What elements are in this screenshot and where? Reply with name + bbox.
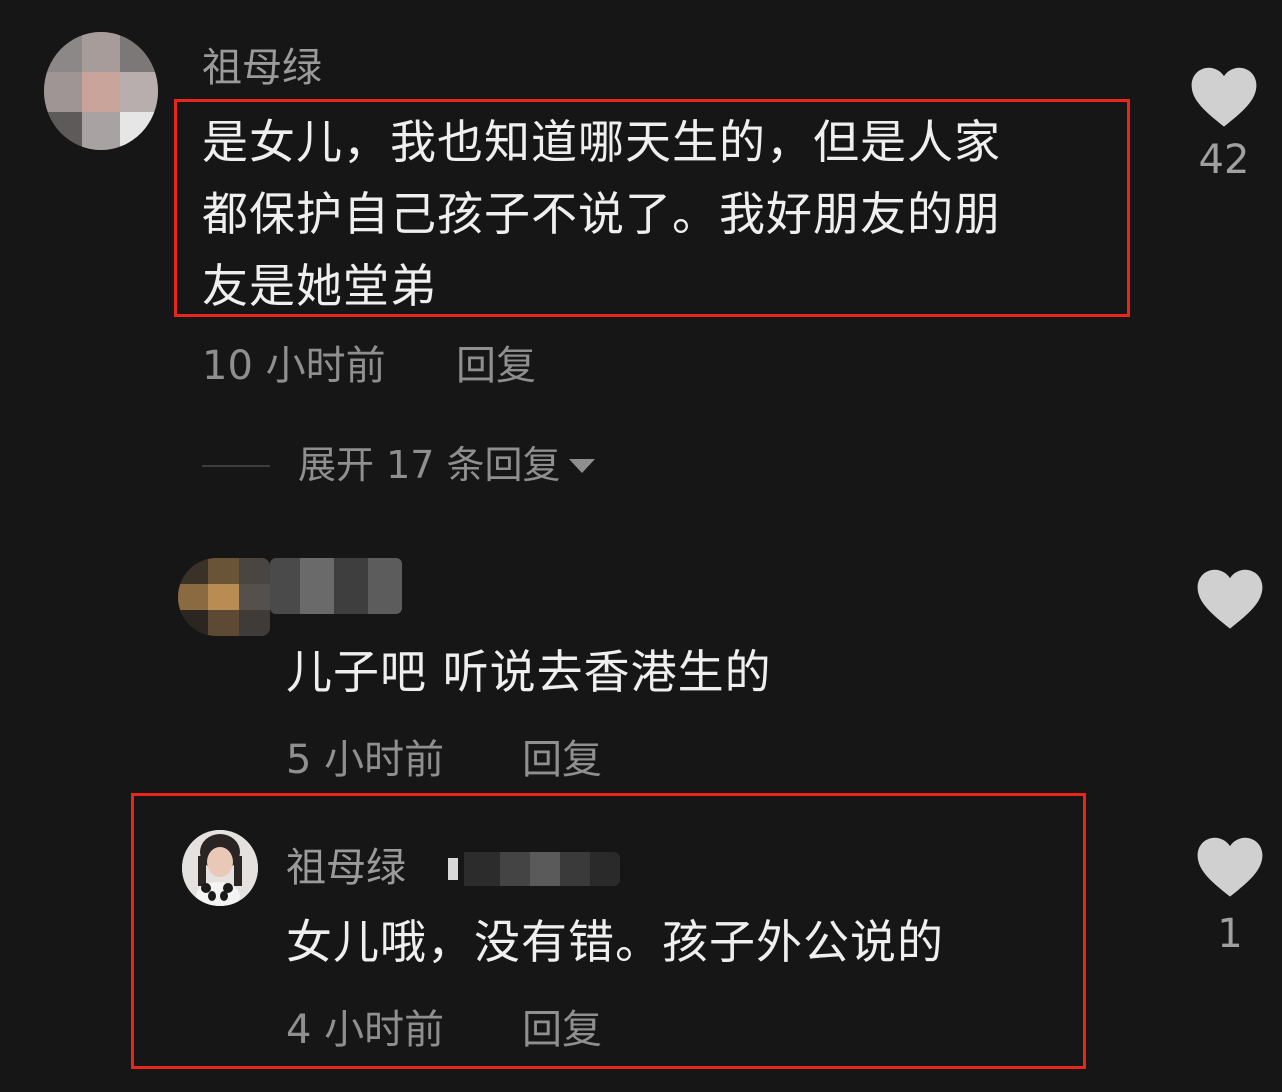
avatar[interactable] [44, 32, 158, 150]
comment-text-line: 友是她堂弟 [202, 259, 437, 313]
comment-text: 女儿哦，没有错。孩子外公说的 [286, 915, 944, 969]
expand-replies-label: 展开 17 条回复 [298, 443, 561, 487]
comment-username[interactable]: 祖母绿 [202, 48, 322, 88]
comment-text: 是女儿，我也知道哪天生的，但是人家 都保护自己孩子不说了。我好朋友的朋 友是她堂… [202, 106, 1122, 322]
comment-text-line: 是女儿，我也知道哪天生的，但是人家 [202, 115, 1001, 169]
divider [202, 465, 270, 467]
heart-icon [1191, 67, 1257, 127]
like-count: 42 [1198, 137, 1250, 183]
like-button[interactable] [1190, 66, 1258, 128]
comment-username[interactable]: 祖母绿 [286, 848, 406, 888]
reply-button[interactable]: 回复 [456, 346, 536, 386]
comment-time: 10 小时前 [202, 343, 386, 389]
comment-time: 5 小时前 [286, 737, 445, 783]
like-button[interactable] [1196, 836, 1264, 898]
avatar[interactable] [178, 558, 270, 636]
reply-button[interactable]: 回复 [522, 1010, 602, 1050]
comment-text-line: 都保护自己孩子不说了。我好朋友的朋 [202, 187, 1001, 241]
heart-icon [1197, 837, 1263, 897]
expand-replies-button[interactable]: 展开 17 条回复 [298, 446, 597, 484]
like-count: 1 [1217, 911, 1243, 957]
comment-text: 儿子吧 听说去香港生的 [286, 645, 772, 699]
like-button[interactable] [1196, 568, 1264, 630]
username-blurred [448, 852, 620, 886]
avatar-photo [182, 830, 258, 906]
caret-down-icon [568, 459, 595, 473]
reply-button[interactable]: 回复 [522, 740, 602, 780]
avatar[interactable] [182, 830, 258, 906]
comment-time: 4 小时前 [286, 1007, 445, 1053]
heart-icon [1197, 569, 1263, 629]
username-blurred [270, 558, 402, 614]
